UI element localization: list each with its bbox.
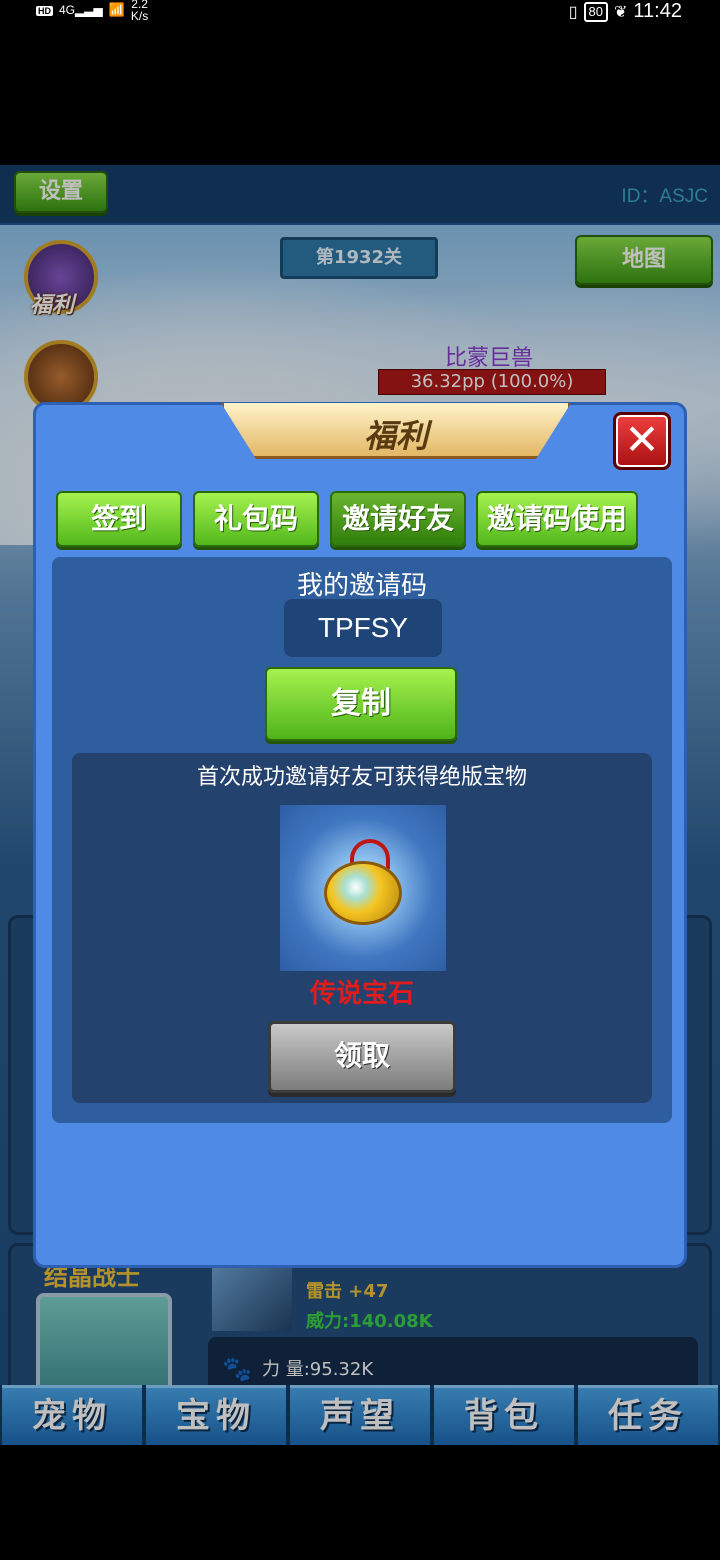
claim-button[interactable]: 领取	[268, 1021, 456, 1093]
welfare-dialog: 福利 ✕ 签到 礼包码 邀请好友 邀请码使用 我的邀请码 TPFSY 复制 首次…	[33, 402, 687, 1268]
tab-use-invite-code[interactable]: 邀请码使用	[476, 491, 638, 547]
dialog-title: 福利	[363, 417, 428, 455]
reward-name: 传说宝石	[309, 979, 414, 1009]
tab-invite-friends[interactable]: 邀请好友	[330, 491, 466, 547]
tab-gift-code[interactable]: 礼包码	[193, 491, 319, 547]
invite-code-value: TPFSY	[284, 599, 442, 657]
close-button[interactable]: ✕	[613, 412, 671, 470]
hd-badge: HD	[36, 6, 53, 16]
reward-panel: 首次成功邀请好友可获得绝版宝物 传说宝石 领取	[72, 753, 652, 1103]
invite-content: 我的邀请码 TPFSY 复制 首次成功邀请好友可获得绝版宝物 传说宝石 领取	[52, 557, 672, 1123]
battery-indicator: 80	[583, 1, 609, 22]
signal-icon: 4G▂▃▅	[59, 3, 103, 17]
vibrate-icon: ▯	[568, 3, 578, 21]
leaf-icon: ❦	[614, 3, 628, 21]
wifi-icon: 📶	[108, 2, 125, 17]
reward-description: 首次成功邀请好友可获得绝版宝物	[196, 765, 527, 790]
my-invite-code-label: 我的邀请码	[296, 571, 427, 601]
legend-gem-icon	[280, 805, 446, 971]
copy-button[interactable]: 复制	[265, 667, 457, 741]
clock: 11:42	[633, 0, 682, 22]
network-speed: 2.2 K/s	[130, 0, 149, 23]
status-bar: HD 4G▂▃▅ 📶 2.2 K/s ▯ 80 ❦ 11:42	[0, 0, 720, 28]
tab-sign-in[interactable]: 签到	[56, 491, 182, 547]
bottom-letterbox	[0, 1445, 720, 1560]
